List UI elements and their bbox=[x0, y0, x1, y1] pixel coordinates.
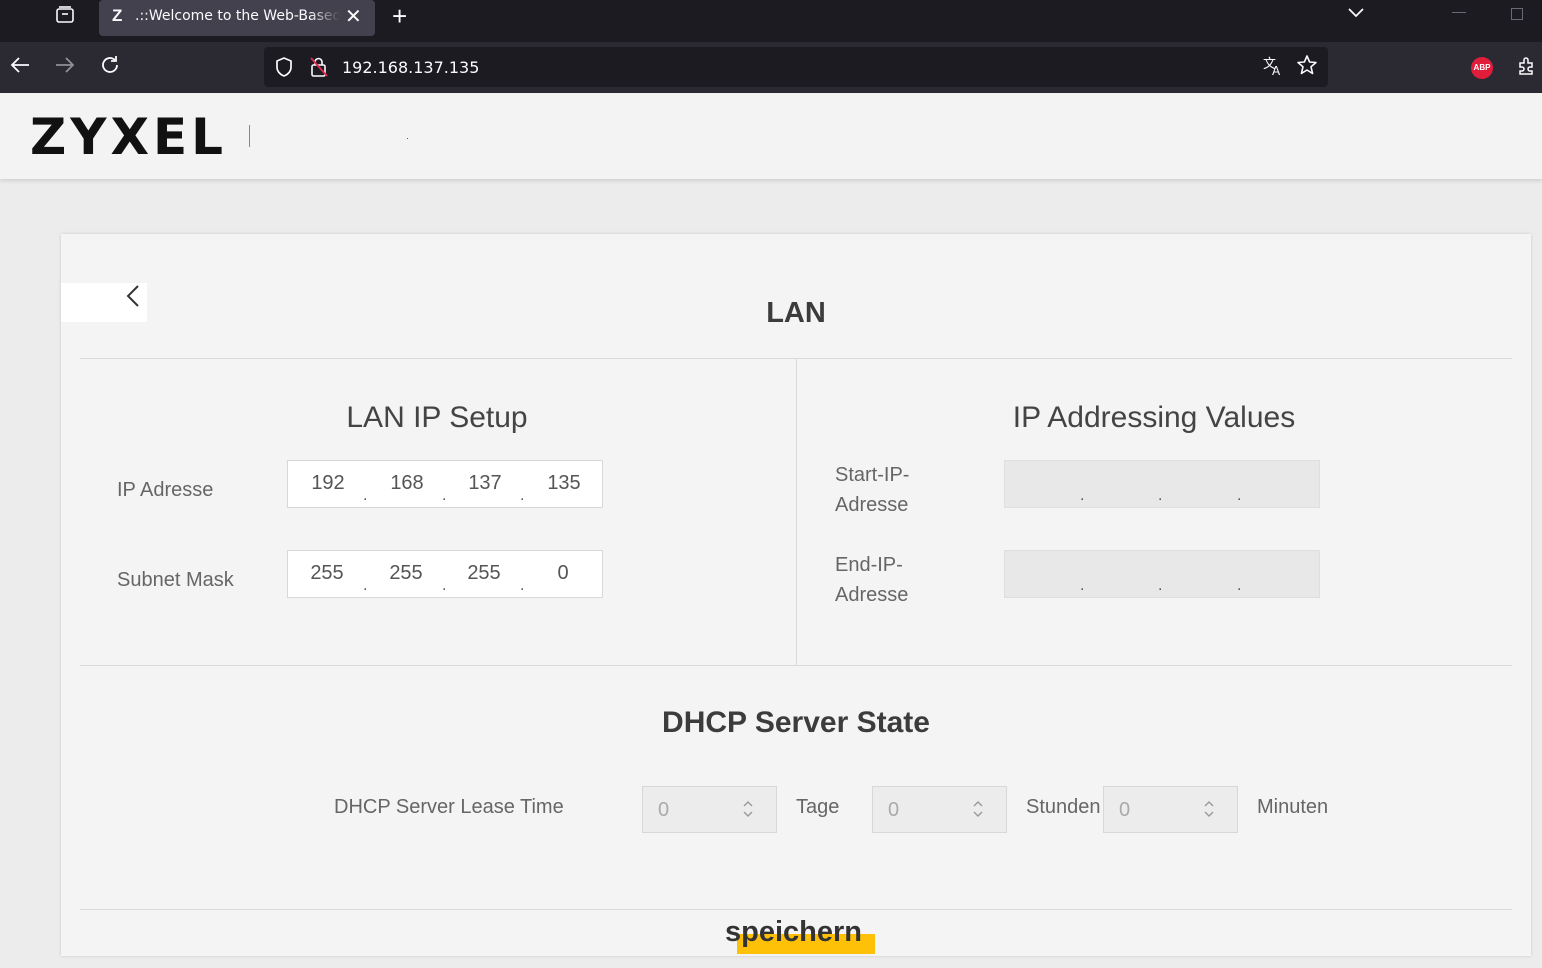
ip-addressing-heading: IP Addressing Values bbox=[1012, 401, 1296, 434]
extensions-puzzle-icon[interactable] bbox=[1517, 56, 1537, 81]
save-button[interactable]: speichern bbox=[725, 916, 875, 954]
divider-bottom bbox=[80, 909, 1512, 910]
ip-octet-1[interactable]: 192 bbox=[298, 472, 358, 495]
start-ip-field[interactable]: . . . bbox=[1004, 460, 1320, 508]
ip-separator: . bbox=[1080, 577, 1085, 594]
tab-close-icon[interactable]: ✕ bbox=[345, 4, 362, 29]
end-ip-field[interactable]: . . . bbox=[1004, 550, 1320, 598]
subnet-mask-field[interactable]: 255 . 255 . 255 . 0 bbox=[287, 550, 603, 598]
lan-ip-setup-heading: LAN IP Setup bbox=[346, 401, 528, 434]
start-ip-label: Start-IP- Adresse bbox=[835, 460, 909, 520]
zyxel-logo: ZYXEL bbox=[30, 108, 228, 166]
subnet-octet-1[interactable]: 255 bbox=[297, 562, 357, 585]
list-all-tabs-icon[interactable] bbox=[1346, 4, 1366, 25]
spinner-arrows-icon[interactable] bbox=[1203, 799, 1215, 821]
lease-days-spinner[interactable]: 0 bbox=[642, 786, 777, 833]
insecure-lock-icon[interactable] bbox=[309, 56, 329, 83]
ip-separator: . bbox=[1158, 577, 1163, 594]
ip-octet-2[interactable]: 168 bbox=[377, 472, 437, 495]
divider-vertical bbox=[796, 359, 797, 665]
translate-icon[interactable]: 文A bbox=[1262, 55, 1284, 83]
reload-icon[interactable] bbox=[99, 54, 121, 82]
save-button-label: speichern bbox=[725, 916, 862, 948]
tracking-shield-icon[interactable] bbox=[274, 56, 294, 83]
ip-separator: . bbox=[1237, 487, 1242, 504]
svg-text:A: A bbox=[1272, 64, 1281, 77]
dhcp-server-state-heading: DHCP Server State bbox=[662, 706, 930, 739]
ip-separator: . bbox=[442, 487, 447, 504]
start-ip-label-line1: Start-IP- bbox=[835, 464, 910, 486]
ip-separator: . bbox=[363, 577, 368, 594]
end-ip-label: End-IP- Adresse bbox=[835, 550, 908, 610]
forward-arrow-icon[interactable] bbox=[54, 54, 76, 82]
tab-overview-icon[interactable] bbox=[52, 5, 78, 27]
spinner-arrows-icon[interactable] bbox=[742, 799, 754, 821]
adblock-plus-icon[interactable]: ABP bbox=[1471, 57, 1493, 79]
dhcp-lease-time-label: DHCP Server Lease Time bbox=[334, 796, 564, 818]
window-maximize-button[interactable] bbox=[1511, 8, 1523, 20]
subnet-octet-3[interactable]: 255 bbox=[454, 562, 514, 585]
window-minimize-button[interactable] bbox=[1452, 12, 1466, 13]
end-ip-label-line2: Adresse bbox=[835, 584, 909, 606]
header-decoration bbox=[407, 138, 408, 139]
ip-separator: . bbox=[442, 577, 447, 594]
lease-hours-value[interactable]: 0 bbox=[888, 799, 899, 822]
browser-tab-bar: Z .::Welcome to the Web-Based Configurat… bbox=[0, 0, 1542, 42]
browser-tab-active[interactable]: Z .::Welcome to the Web-Based Configurat… bbox=[99, 0, 375, 36]
header-divider bbox=[249, 125, 250, 147]
url-text[interactable]: 192.168.137.135 bbox=[342, 58, 479, 77]
lease-minutes-value[interactable]: 0 bbox=[1119, 799, 1130, 822]
lan-settings-card: LAN LAN IP Setup IP Adresse 192 . 168 . … bbox=[61, 234, 1531, 956]
ip-octet-4[interactable]: 135 bbox=[534, 472, 594, 495]
zyxel-favicon-icon: Z bbox=[112, 6, 123, 25]
bookmark-star-icon[interactable] bbox=[1296, 54, 1318, 82]
minutes-unit-label: Minuten bbox=[1257, 796, 1329, 818]
end-ip-label-line1: End-IP- bbox=[835, 554, 903, 576]
hours-unit-label: Stunden bbox=[1026, 796, 1101, 818]
ip-separator: . bbox=[520, 577, 525, 594]
subnet-octet-2[interactable]: 255 bbox=[376, 562, 436, 585]
ip-separator: . bbox=[1080, 487, 1085, 504]
subnet-mask-label: Subnet Mask bbox=[117, 569, 234, 591]
browser-nav-bar: 192.168.137.135 文A ABP bbox=[0, 42, 1542, 93]
page-title: LAN bbox=[766, 297, 826, 329]
tab-title: .::Welcome to the Web-Based Configurator bbox=[135, 8, 340, 24]
router-header: ZYXEL bbox=[0, 93, 1542, 179]
lease-minutes-spinner[interactable]: 0 bbox=[1103, 786, 1238, 833]
spinner-arrows-icon[interactable] bbox=[972, 799, 984, 821]
ip-separator: . bbox=[363, 487, 368, 504]
ip-separator: . bbox=[1158, 487, 1163, 504]
ip-address-field[interactable]: 192 . 168 . 137 . 135 bbox=[287, 460, 603, 508]
back-arrow-icon[interactable] bbox=[9, 54, 31, 82]
new-tab-button[interactable]: + bbox=[392, 1, 407, 32]
lease-days-value[interactable]: 0 bbox=[658, 799, 669, 822]
divider-middle bbox=[80, 665, 1512, 666]
ip-address-label: IP Adresse bbox=[117, 479, 214, 501]
start-ip-label-line2: Adresse bbox=[835, 494, 909, 516]
ip-separator: . bbox=[1237, 577, 1242, 594]
days-unit-label: Tage bbox=[796, 796, 840, 818]
lease-hours-spinner[interactable]: 0 bbox=[872, 786, 1007, 833]
ip-octet-3[interactable]: 137 bbox=[455, 472, 515, 495]
address-bar[interactable]: 192.168.137.135 文A bbox=[264, 47, 1328, 87]
ip-separator: . bbox=[520, 487, 525, 504]
subnet-octet-4[interactable]: 0 bbox=[533, 562, 593, 585]
